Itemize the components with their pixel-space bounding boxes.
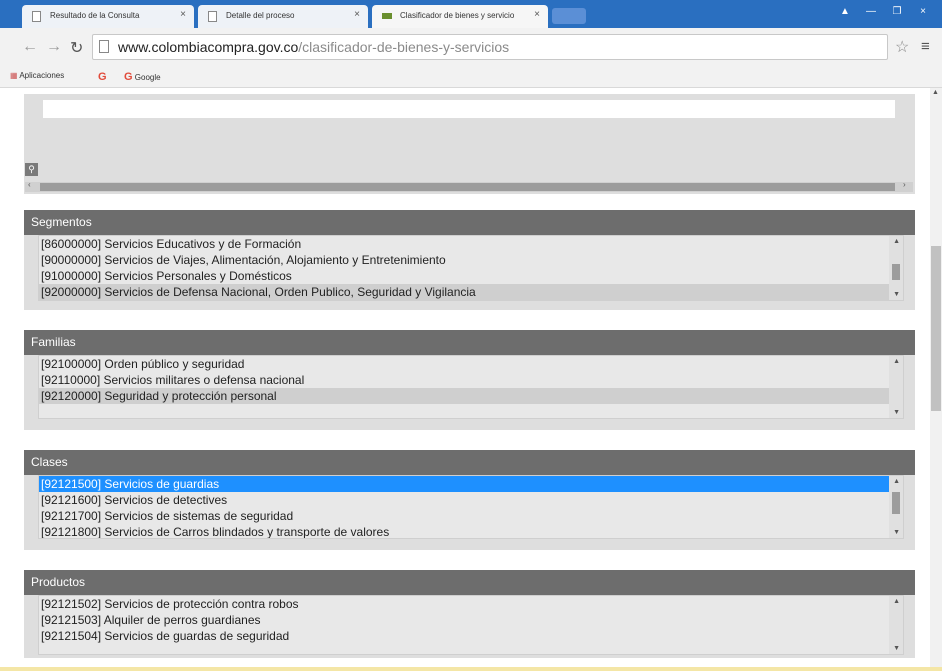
tab-detalle-proceso[interactable]: Detalle del proceso × xyxy=(198,5,368,28)
scroll-down-icon[interactable]: ▼ xyxy=(893,529,900,536)
restore-icon[interactable]: ❐ xyxy=(884,4,910,20)
list-item-selected[interactable]: [92000000] Servicios de Defensa Nacional… xyxy=(39,284,903,300)
scroll-down-icon[interactable]: ▼ xyxy=(893,645,900,652)
scroll-down-icon[interactable]: ▼ xyxy=(893,291,900,298)
list-scrollbar[interactable]: ▲ ▼ xyxy=(889,236,903,300)
list-item[interactable]: [92121504] Servicios de guardas de segur… xyxy=(39,628,903,644)
productos-section: Productos [92121502] Servicios de protec… xyxy=(24,570,915,658)
section-header: Clases xyxy=(24,450,915,475)
section-header: Familias xyxy=(24,330,915,355)
page-icon xyxy=(99,40,109,53)
search-input[interactable] xyxy=(43,100,895,118)
section-header: Productos xyxy=(24,570,915,595)
list-scrollbar[interactable]: ▲ ▼ xyxy=(889,596,903,654)
scroll-up-icon[interactable]: ▲ xyxy=(932,89,939,96)
familias-section: Familias [92100000] Orden público y segu… xyxy=(24,330,915,430)
segmentos-list[interactable]: [86000000] Servicios Educativos y de For… xyxy=(38,235,904,301)
bookmark-label: G xyxy=(98,71,107,83)
clases-section: Clases [92121500] Servicios de guardias … xyxy=(24,450,915,550)
list-scroll-thumb[interactable] xyxy=(892,264,900,280)
list-item[interactable]: [92110000] Servicios militares o defensa… xyxy=(39,372,903,388)
scroll-up-icon[interactable]: ▲ xyxy=(893,478,900,485)
scroll-up-icon[interactable]: ▲ xyxy=(893,358,900,365)
tab-title: Detalle del proceso xyxy=(226,11,295,20)
list-item[interactable]: [86000000] Servicios Educativos y de For… xyxy=(39,236,903,252)
bookmark-g[interactable]: G xyxy=(98,71,107,83)
url-host: www.colombiacompra.gov.co xyxy=(118,39,299,55)
apps-grid-icon: ▦ xyxy=(10,71,18,80)
close-icon[interactable]: × xyxy=(354,9,360,20)
segmentos-section: Segmentos [86000000] Servicios Educativo… xyxy=(24,210,915,310)
reload-icon[interactable]: ↻ xyxy=(70,38,83,58)
familias-list[interactable]: [92100000] Orden público y seguridad [92… xyxy=(38,355,904,419)
scroll-up-icon[interactable]: ▲ xyxy=(893,238,900,245)
divider xyxy=(0,667,942,671)
site-favicon-icon xyxy=(382,13,392,19)
url-text[interactable]: www.colombiacompra.gov.co/clasificador-d… xyxy=(118,39,509,55)
bookmark-apps[interactable]: ▦ Aplicaciones xyxy=(10,71,64,80)
horizontal-scroll-thumb[interactable] xyxy=(40,183,895,191)
list-scrollbar[interactable]: ▲ ▼ xyxy=(889,476,903,538)
search-icon: ⚲ xyxy=(28,164,35,174)
back-icon[interactable]: ← xyxy=(22,38,38,56)
page-icon xyxy=(208,11,217,22)
list-item[interactable]: [92100000] Orden público y seguridad xyxy=(39,356,903,372)
list-item-selected[interactable]: [92121500] Servicios de guardias xyxy=(39,476,903,492)
tab-clasificador[interactable]: Clasificador de bienes y servicio × xyxy=(372,5,548,28)
tab-resultado-consulta[interactable]: Resultado de la Consulta × xyxy=(22,5,194,28)
url-path: /clasificador-de-bienes-y-servicios xyxy=(298,39,510,55)
clases-list[interactable]: [92121500] Servicios de guardias [921216… xyxy=(38,475,904,539)
scroll-down-icon[interactable]: ▼ xyxy=(893,409,900,416)
close-icon[interactable]: × xyxy=(180,9,186,20)
close-icon[interactable]: × xyxy=(534,9,540,20)
list-item[interactable]: [90000000] Servicios de Viajes, Alimenta… xyxy=(39,252,903,268)
google-icon: G xyxy=(124,71,133,83)
section-header: Segmentos xyxy=(24,210,915,235)
bookmark-label: Aplicaciones xyxy=(19,71,65,80)
menu-icon[interactable]: ≡ xyxy=(921,38,930,55)
productos-list[interactable]: [92121502] Servicios de protección contr… xyxy=(38,595,904,655)
search-button[interactable]: ⚲ xyxy=(25,163,38,176)
list-item[interactable]: [92121503] Alquiler de perros guardianes xyxy=(39,612,903,628)
page-icon xyxy=(32,11,41,22)
list-item[interactable]: [92121800] Servicios de Carros blindados… xyxy=(39,524,903,538)
browser-tab-bar: Resultado de la Consulta × Detalle del p… xyxy=(0,0,942,28)
bookmark-label: Google xyxy=(134,73,161,82)
new-tab-button[interactable] xyxy=(552,8,586,24)
minimize-icon[interactable]: — xyxy=(858,4,884,20)
list-item[interactable]: [92121502] Servicios de protección contr… xyxy=(39,596,903,612)
bookmark-google[interactable]: G Google xyxy=(124,71,161,83)
list-item[interactable]: [92121700] Servicios de sistemas de segu… xyxy=(39,508,903,524)
window-close-icon[interactable]: × xyxy=(910,4,936,20)
user-icon[interactable]: ▲ xyxy=(832,4,858,20)
scroll-up-icon[interactable]: ▲ xyxy=(893,598,900,605)
list-item[interactable]: [91000000] Servicios Personales y Domést… xyxy=(39,268,903,284)
bookmark-star-icon[interactable]: ☆ xyxy=(895,37,909,57)
page-scroll-thumb[interactable] xyxy=(931,246,941,411)
tab-title: Resultado de la Consulta xyxy=(50,11,140,20)
scroll-left-icon[interactable]: ‹ xyxy=(28,180,31,189)
bookmarks-bar: ▦ Aplicaciones G G Google xyxy=(0,65,942,88)
scroll-right-icon[interactable]: › xyxy=(903,180,906,189)
tab-title: Clasificador de bienes y servicio xyxy=(400,11,515,20)
list-scrollbar[interactable]: ▲ ▼ xyxy=(889,356,903,418)
list-item[interactable]: [92121600] Servicios de detectives xyxy=(39,492,903,508)
forward-icon[interactable]: → xyxy=(46,38,62,56)
list-item-selected[interactable]: [92120000] Seguridad y protección person… xyxy=(39,388,903,404)
list-scroll-thumb[interactable] xyxy=(892,492,900,514)
